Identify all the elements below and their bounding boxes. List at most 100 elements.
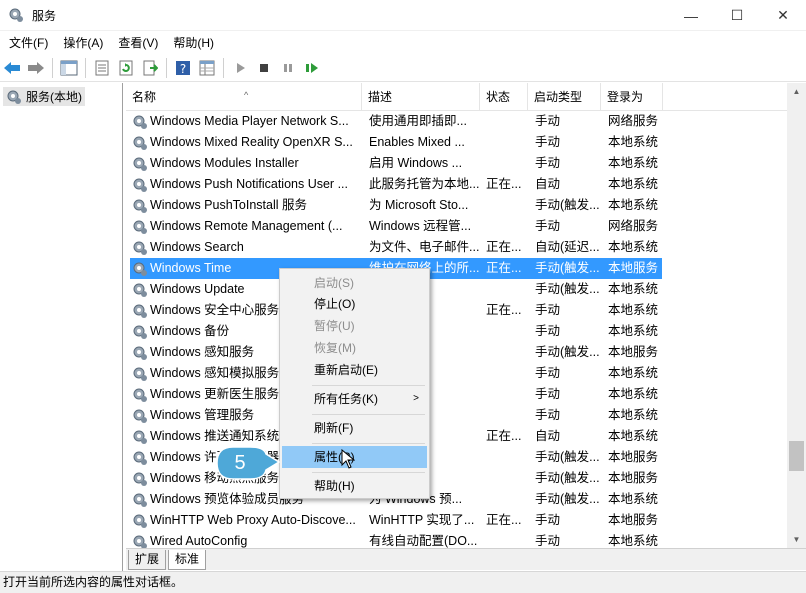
service-name: Windows Push Notifications User ...	[150, 177, 348, 191]
table-row[interactable]: Windows 感知模拟服务和模拟...手动本地系统	[126, 363, 806, 384]
service-gear-icon	[133, 283, 147, 297]
menu-help[interactable]: 帮助(H)	[167, 34, 220, 51]
menu-item-restart[interactable]: 重新启动(E)	[282, 359, 427, 381]
menu-item-pause[interactable]: 暂停(U)	[282, 315, 427, 337]
service-startup-type: 自动(延迟...	[535, 240, 600, 254]
tab-extended[interactable]: 扩展	[128, 550, 167, 570]
table-row[interactable]: Windows Modules Installer 启用 Windows ... 手…	[126, 153, 806, 174]
table-row[interactable]: Windows Search 为文件、电子邮件... 正在... 自动(延迟... 本地…	[126, 237, 806, 258]
list-view-button[interactable]	[91, 57, 113, 79]
scroll-up-icon[interactable]: ▲	[787, 83, 806, 100]
table-row[interactable]: Windows Mixed Reality OpenXR S... Enables…	[126, 132, 806, 153]
column-header-description[interactable]: 描述	[362, 83, 480, 111]
pause-service-button[interactable]	[277, 57, 299, 79]
table-row[interactable]: Windows 安全中心服务安全中...正在...手动本地系统	[126, 300, 806, 321]
list-rows: Windows Media Player Network S... 使用通用即插即…	[126, 111, 806, 548]
table-row[interactable]: Windows 预览体验成员服务为 Windows 预... 手动(触发... 本地…	[126, 489, 806, 510]
menu-action[interactable]: 操作(A)	[57, 34, 109, 51]
service-log-on-as: 网络服务	[608, 219, 659, 233]
menu-file[interactable]: 文件(F)	[3, 34, 54, 51]
menu-item-refresh[interactable]: 刷新(F)	[282, 417, 427, 439]
pause-icon	[284, 63, 292, 72]
service-description: Windows 远程管...	[369, 219, 472, 233]
menu-item-all-tasks[interactable]: 所有任务(K) >	[282, 388, 427, 410]
help-button[interactable]: ?	[172, 57, 194, 79]
scroll-down-icon[interactable]: ▼	[787, 531, 806, 548]
menu-item-start[interactable]: 启动(S)	[282, 272, 427, 294]
table-row[interactable]: Windows 管理服务配和注...手动本地系统	[126, 405, 806, 426]
show-hide-console-tree-button[interactable]	[58, 57, 80, 79]
table-row[interactable]: Windows Push Notifications User ... 此服务托管…	[126, 174, 806, 195]
start-service-button[interactable]	[229, 57, 251, 79]
service-gear-icon	[133, 136, 147, 150]
status-text: 打开当前所选内容的属性对话框。	[3, 575, 184, 589]
service-log-on-as: 本地服务	[608, 345, 659, 359]
column-header-name[interactable]: 名称 ^	[126, 83, 362, 111]
service-log-on-as: 本地系统	[608, 324, 659, 338]
service-log-on-as: 本地系统	[608, 135, 659, 149]
table-row[interactable]: WinHTTP Web Proxy Auto-Discove... WinHTTP…	[126, 510, 806, 531]
service-startup-type: 手动	[535, 408, 561, 422]
service-log-on-as: 本地系统	[608, 408, 659, 422]
table-row[interactable]: Windows Media Player Network S... 使用通用即插即…	[126, 111, 806, 132]
title-bar: 服务 — ☐ ✕	[0, 0, 806, 31]
table-row[interactable]: Windows 感知服务知、空...手动(触发...本地服务	[126, 342, 806, 363]
menu-item-help[interactable]: 帮助(H)	[282, 475, 427, 497]
table-row[interactable]: Windows 更新医生服务ows ...手动本地系统	[126, 384, 806, 405]
services-gear-icon	[7, 90, 21, 104]
restart-service-button[interactable]	[301, 57, 323, 79]
refresh-button[interactable]	[115, 57, 137, 79]
service-name: Windows Media Player Network S...	[150, 114, 349, 128]
forward-button[interactable]	[25, 57, 47, 79]
console-tree: 服务(本地)	[0, 83, 123, 571]
maximize-button[interactable]: ☐	[714, 0, 760, 31]
menu-item-stop[interactable]: 停止(O)	[282, 293, 427, 315]
table-row[interactable]: Wired AutoConfig 有线自动配置(DO... 手动 本地系统	[126, 531, 806, 548]
service-status: 正在...	[486, 429, 522, 443]
table-row[interactable]: Windows 备份ows ...手动本地系统	[126, 321, 806, 342]
service-gear-icon	[133, 388, 147, 402]
service-status: 正在...	[486, 303, 522, 317]
menu-view[interactable]: 查看(V)	[112, 34, 164, 51]
callout-number: 5	[234, 452, 246, 474]
service-log-on-as: 本地系统	[608, 366, 659, 380]
tab-standard[interactable]: 标准	[168, 550, 207, 570]
properties-view-button[interactable]	[196, 57, 218, 79]
service-gear-icon	[133, 346, 147, 360]
table-row[interactable]: Windows PushToInstall 服务 为 Microsoft Sto.…	[126, 195, 806, 216]
service-log-on-as: 本地系统	[608, 429, 659, 443]
close-button[interactable]: ✕	[760, 0, 806, 31]
vertical-scrollbar[interactable]: ▲ ▼	[787, 83, 806, 548]
tree-item-services-local[interactable]: 服务(本地)	[3, 87, 85, 106]
table-row[interactable]: Windows Remote Management (... Windows 远程…	[126, 216, 806, 237]
service-log-on-as: 本地服务	[608, 261, 659, 275]
service-startup-type: 手动	[535, 303, 561, 317]
back-button[interactable]	[1, 57, 23, 79]
column-header-status[interactable]: 状态	[480, 83, 528, 111]
svg-text:?: ?	[180, 62, 186, 76]
stop-service-button[interactable]	[253, 57, 275, 79]
forward-arrow-icon	[28, 61, 44, 74]
service-description: 为文件、电子邮件...	[369, 240, 480, 254]
menu-item-resume[interactable]: 恢复(M)	[282, 337, 427, 359]
service-description: 为 Microsoft Sto...	[369, 198, 469, 212]
table-row[interactable]: Windows Time维护在网络上的所...正在...手动(触发...本地服务	[126, 258, 806, 279]
service-gear-icon	[133, 241, 147, 255]
sort-ascending-icon: ^	[244, 90, 249, 100]
export-list-button[interactable]	[139, 57, 161, 79]
column-header-log-on-as[interactable]: 登录为	[601, 83, 663, 111]
refresh-icon	[119, 60, 133, 75]
service-gear-icon	[133, 157, 147, 171]
submenu-arrow-icon: >	[413, 393, 419, 404]
scroll-thumb[interactable]	[789, 441, 804, 471]
minimize-button[interactable]: —	[668, 0, 714, 31]
table-row[interactable]: Windows Update下载和...手动(触发...本地系统	[126, 279, 806, 300]
service-log-on-as: 本地系统	[608, 387, 659, 401]
service-name: Windows PushToInstall 服务	[150, 198, 308, 212]
service-startup-type: 手动	[535, 156, 561, 170]
service-log-on-as: 本地服务	[608, 471, 659, 485]
table-row[interactable]: Windows 推送通知系统括 0 ...正在...自动本地系统	[126, 426, 806, 447]
service-description: 有线自动配置(DO...	[369, 534, 478, 548]
help-icon: ?	[176, 60, 190, 76]
column-header-startup-type[interactable]: 启动类型	[528, 83, 601, 111]
